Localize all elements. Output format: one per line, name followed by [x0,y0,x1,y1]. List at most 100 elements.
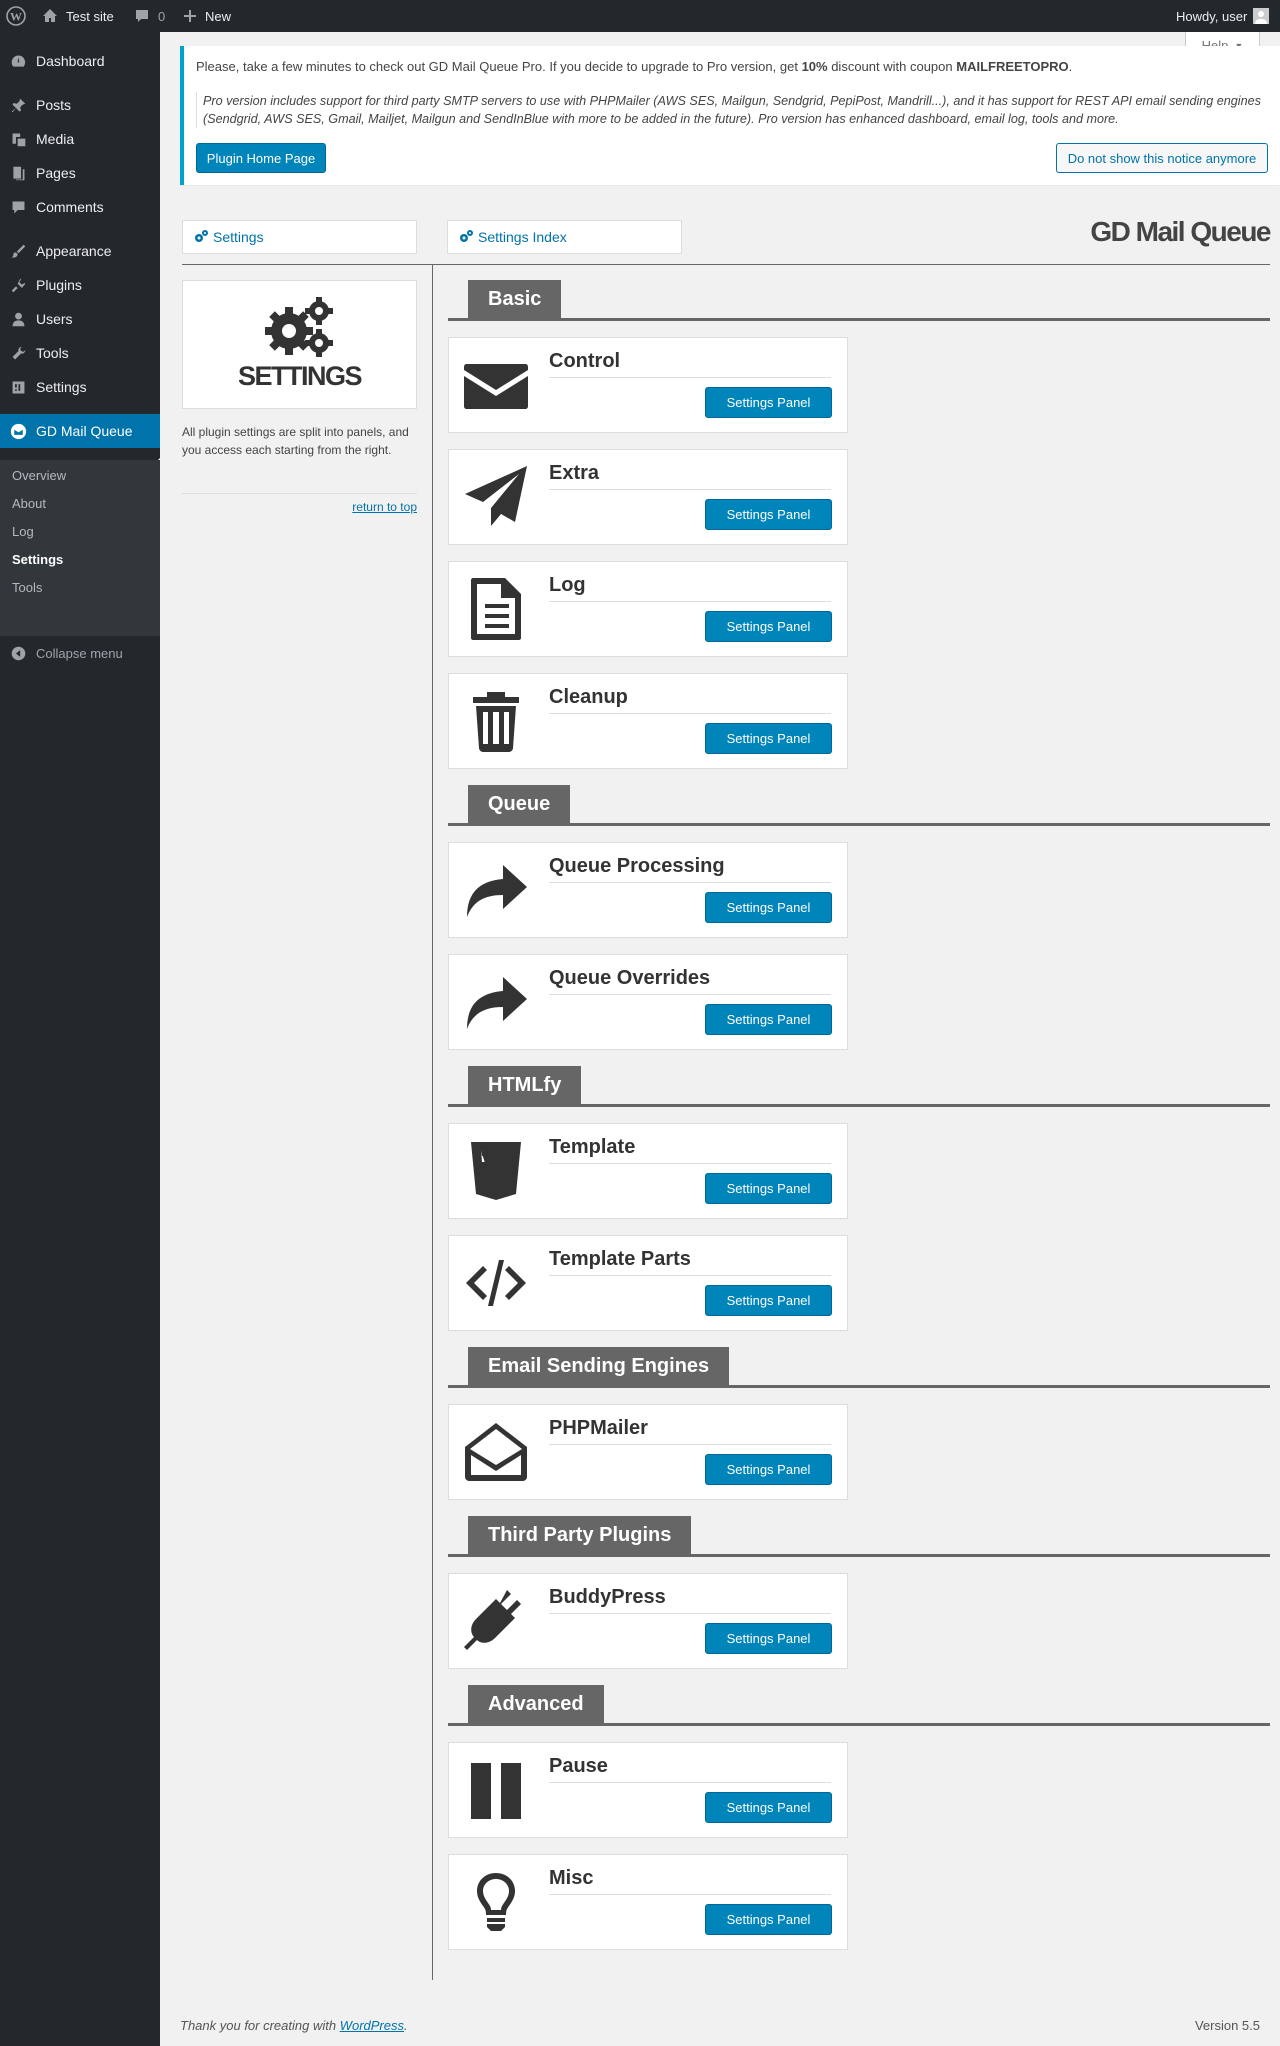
upgrade-notice: Please, take a few minutes to check out … [180,46,1280,185]
collapse-icon [0,645,36,662]
site-name: Test site [66,8,114,24]
wordpress-logo-icon[interactable]: W [6,0,26,32]
collapse-menu-button[interactable]: Collapse menu [0,636,160,670]
plug-icon [463,1588,529,1654]
menu-item-plugins[interactable]: Plugins [0,268,160,302]
menu-item-users[interactable]: Users [0,302,160,336]
html5-icon [463,1138,529,1204]
panel-control: Control Settings Panel [448,337,848,433]
column-divider [432,264,433,1980]
section-title: Basic [468,280,562,319]
settings-panel-button[interactable]: Settings Panel [705,499,832,530]
settings-panel-button[interactable]: Settings Panel [705,1623,832,1654]
dismiss-notice-button[interactable]: Do not show this notice anymore [1056,143,1268,173]
comments-link[interactable]: 0 [134,0,165,32]
menu-item-posts[interactable]: Posts [0,88,160,122]
settings-panel-button[interactable]: Settings Panel [705,1285,832,1316]
menu-item-gd-mail-queue[interactable]: GD Mail Queue [0,414,160,448]
menu-item-media[interactable]: Media [0,122,160,156]
my-account-link[interactable]: Howdy, user [1176,0,1270,32]
section-advanced: Advanced [448,1685,1270,1727]
submenu-item-about[interactable]: About [12,496,46,511]
new-label: New [205,8,232,24]
wordpress-link[interactable]: WordPress [340,2018,404,2033]
footer-thanks: Thank you for creating with WordPress. [180,2018,408,2033]
panel-queue-overrides: Queue Overrides Settings Panel [448,954,848,1050]
settings-panel-button[interactable]: Settings Panel [705,1173,832,1204]
admin-bar: W Test site 0 New Howdy, user [0,0,1280,32]
new-content-link[interactable]: New [183,0,231,32]
avatar [1253,8,1270,24]
section-title: Queue [468,785,571,824]
panel-phpmailer: PHPMailer Settings Panel [448,1404,848,1500]
badge-title: SETTINGS [237,361,363,391]
menu-item-tools[interactable]: Tools [0,336,160,370]
panel-title: Extra [549,462,831,490]
envelope-open-icon [463,1419,529,1485]
submenu: Overview About Log Settings Tools [0,460,160,636]
tab-settings[interactable]: Settings [182,220,417,254]
menu-label: Tools [36,345,69,361]
submenu-item-overview[interactable]: Overview [12,468,66,483]
panel-misc: Misc Settings Panel [448,1854,848,1950]
menu-item-settings[interactable]: Settings [0,370,160,404]
menu-item-pages[interactable]: Pages [0,156,160,190]
settings-panel-button[interactable]: Settings Panel [705,1454,832,1485]
svg-text:W: W [10,10,22,24]
section-title: Email Sending Engines [468,1347,730,1386]
menu-item-dashboard[interactable]: Dashboard [0,44,160,78]
menu-label: GD Mail Queue [36,423,133,439]
settings-badge: SETTINGS [182,280,417,409]
panel-title: Template [549,1136,831,1164]
pro-description: Pro version includes support for third p… [196,92,1262,128]
panel-template: Template Settings Panel [448,1123,848,1219]
menu-item-comments[interactable]: Comments [0,190,160,224]
return-to-top-link[interactable]: return to top [182,500,417,514]
dashboard-icon [0,53,36,70]
panel-template-parts: Template Parts Settings Panel [448,1235,848,1331]
plugin-home-page-button[interactable]: Plugin Home Page [196,143,326,173]
cogs-icon [195,230,208,242]
mail-icon [0,423,36,440]
menu-item-appearance[interactable]: Appearance [0,234,160,268]
user-avatar-icon [1255,11,1268,24]
submenu-item-settings[interactable]: Settings [12,552,63,567]
settings-panel-button[interactable]: Settings Panel [705,723,832,754]
settings-panel-button[interactable]: Settings Panel [705,387,832,418]
media-icon [0,131,36,148]
site-name-link[interactable]: Test site [42,0,114,32]
section-htmlfy: HTMLfy [448,1066,1270,1108]
settings-panel-button[interactable]: Settings Panel [705,1904,832,1935]
panel-title: BuddyPress [549,1586,831,1614]
settings-panel-button[interactable]: Settings Panel [705,1792,832,1823]
pages-icon [0,165,36,182]
section-rule [448,823,1270,826]
panel-pause: Pause Settings Panel [448,1742,848,1838]
comments-count: 0 [158,8,166,24]
panel-title: Pause [549,1755,831,1783]
section-email-sending-engines: Email Sending Engines [448,1347,1270,1389]
section-queue: Queue [448,785,1270,827]
panel-buddypress: BuddyPress Settings Panel [448,1573,848,1669]
settings-panel-button[interactable]: Settings Panel [705,1004,832,1035]
menu-label: Media [36,131,75,147]
code-icon [463,1250,529,1316]
menu-label: Pages [36,165,76,181]
panel-title: PHPMailer [549,1417,831,1445]
pause-icon [463,1757,529,1823]
tab-settings-index[interactable]: Settings Index [447,220,682,254]
section-basic: Basic [448,280,1270,322]
share-arrow-icon [463,969,529,1035]
footer-version: Version 5.5 [1194,2018,1260,2033]
section-title: Advanced [468,1685,604,1724]
panel-queue-processing: Queue Processing Settings Panel [448,842,848,938]
notice-intro: Please, take a few minutes to check out … [196,59,1072,74]
plugin-title: GD Mail Queue [1090,216,1271,247]
submenu-item-log[interactable]: Log [12,524,34,539]
trash-icon [463,688,529,754]
submenu-item-tools[interactable]: Tools [12,580,42,595]
settings-panel-button[interactable]: Settings Panel [705,611,832,642]
panel-title: Misc [549,1867,831,1895]
plugin-icon [0,277,36,294]
settings-panel-button[interactable]: Settings Panel [705,892,832,923]
